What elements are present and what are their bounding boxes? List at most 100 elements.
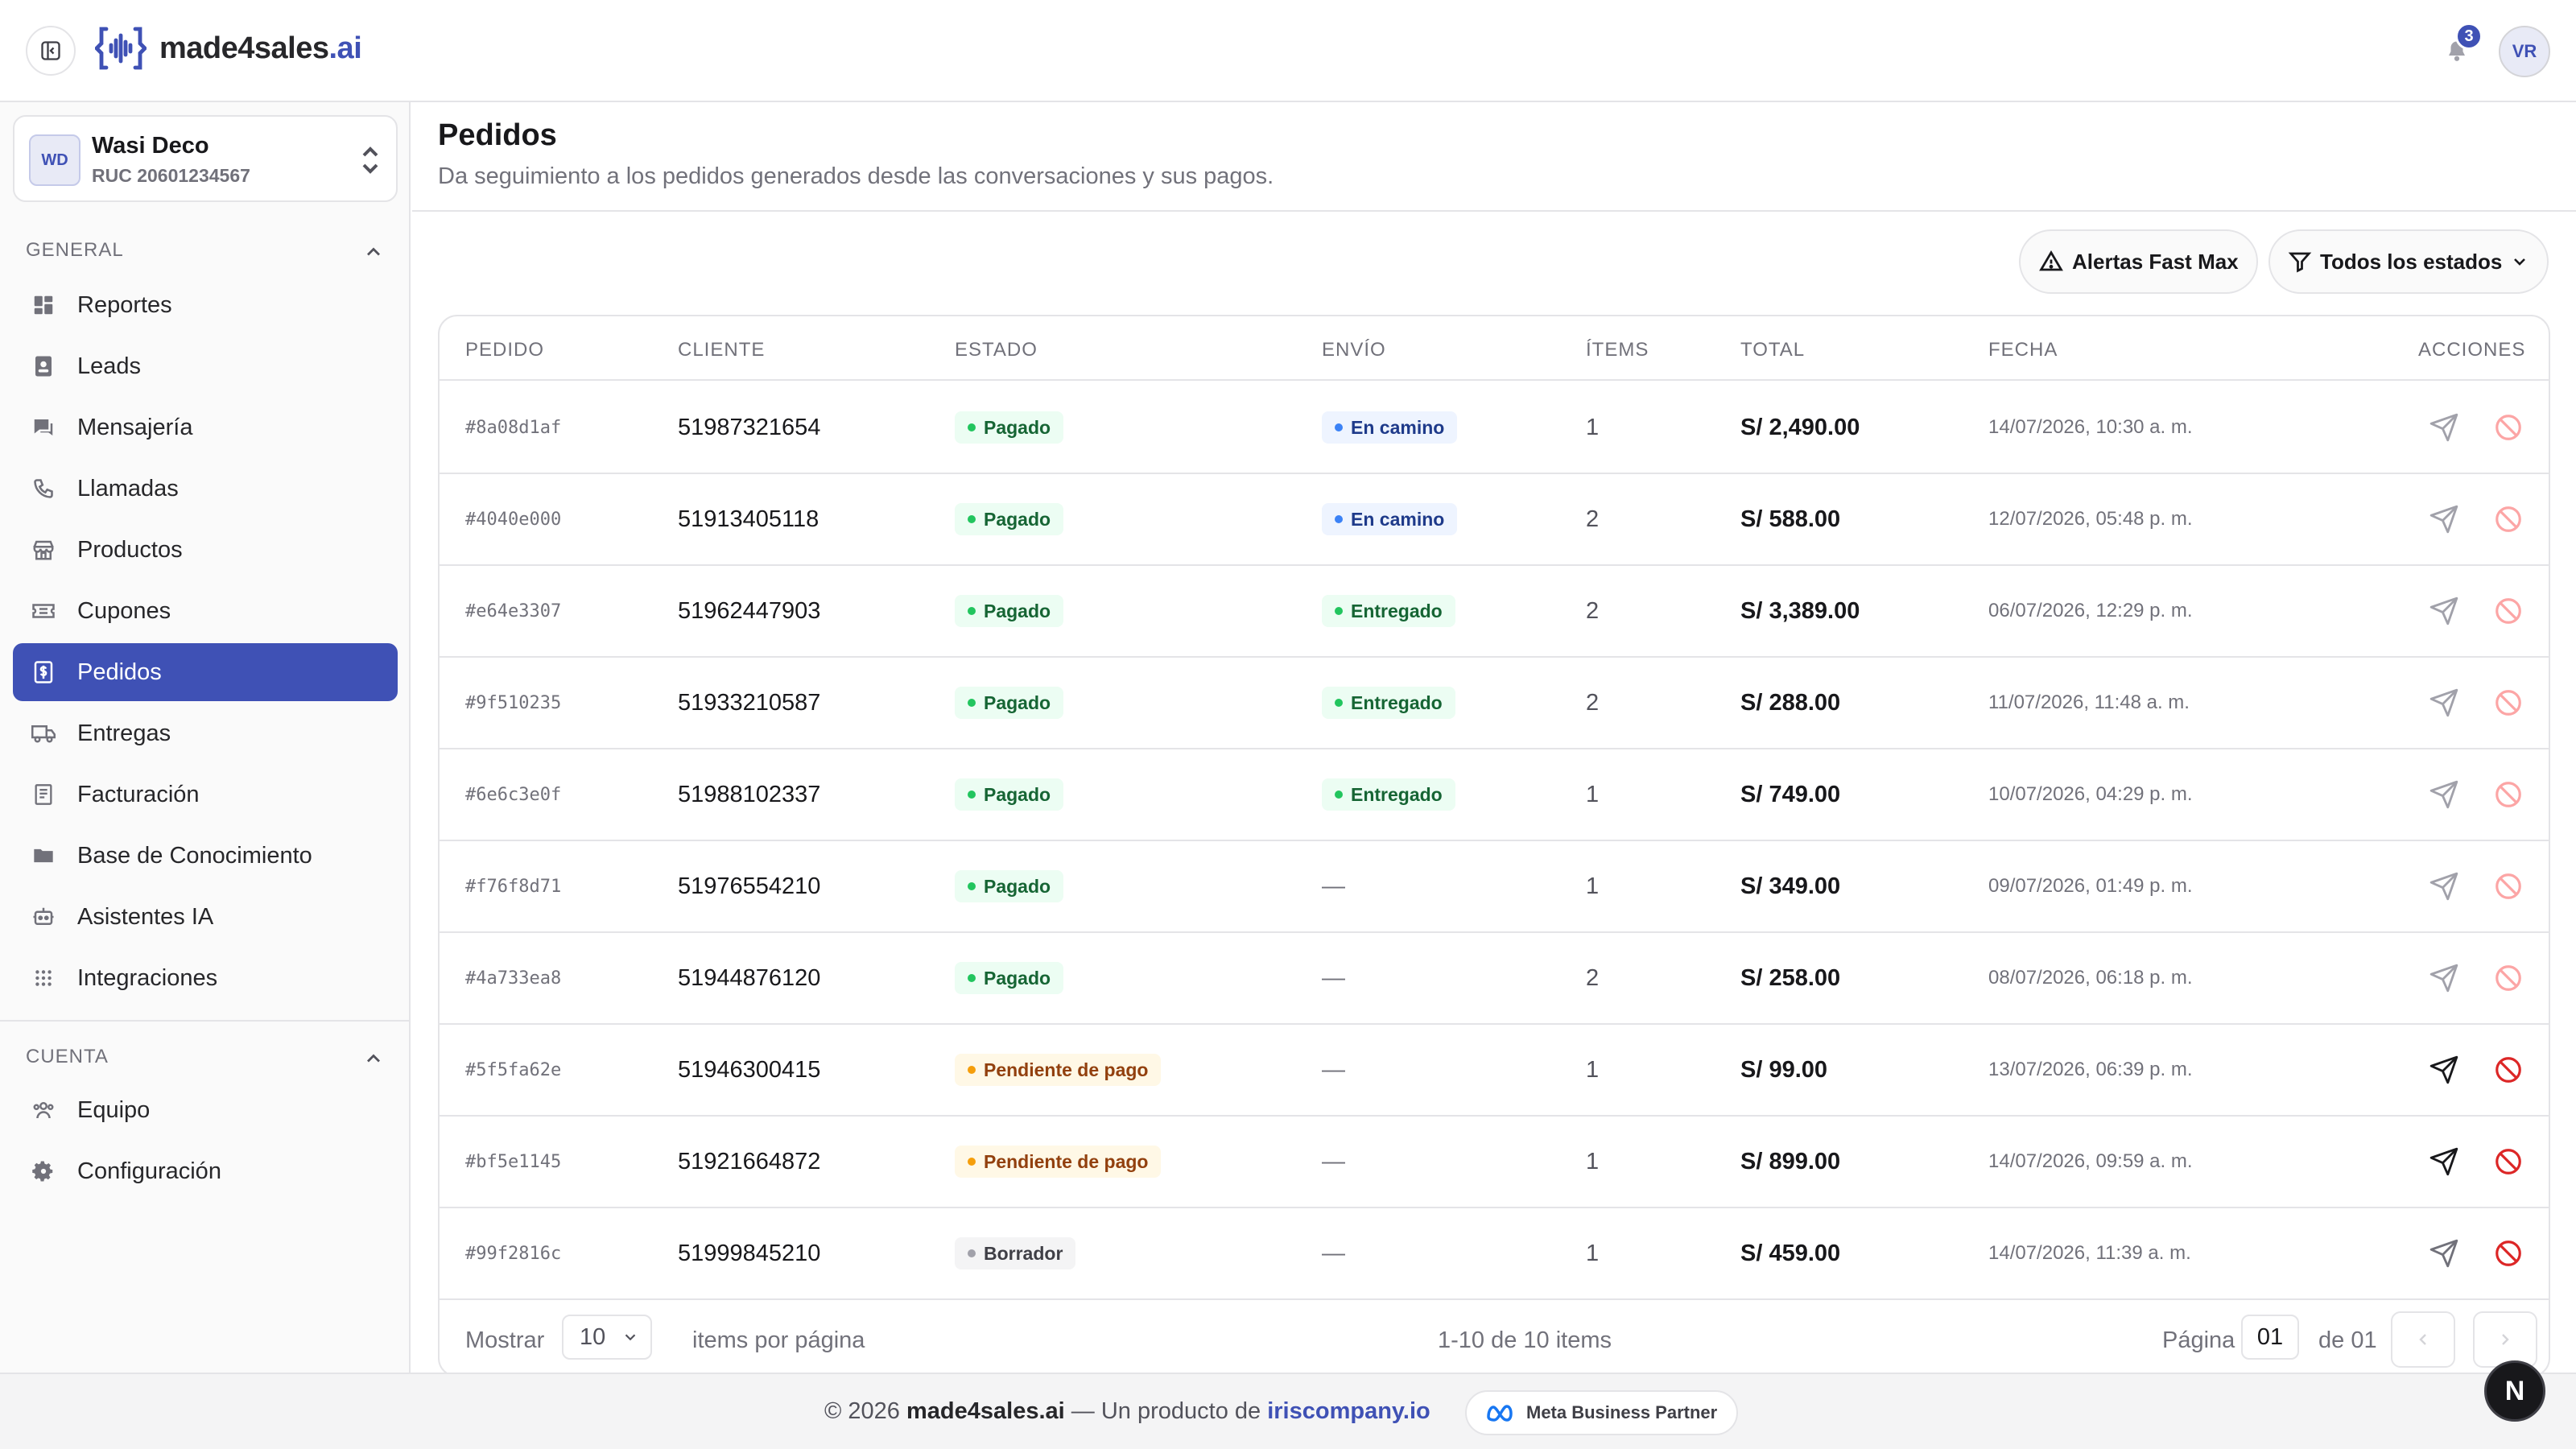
- order-id[interactable]: #5f5fa62e: [465, 1025, 561, 1115]
- table-row[interactable]: #5f5fa62e 51946300415 Pendiente de pago — 1 S…: [440, 1025, 2549, 1117]
- shipping-cell: —: [1322, 841, 1345, 931]
- table-row[interactable]: #f76f8d71 51976554210 Pagado — 1 S/ 349.00 09/…: [440, 841, 2549, 933]
- actions-cell: [2426, 474, 2526, 564]
- table-header: PEDIDO CLIENTE ESTADO ENVÍO ÍTEMS TOTAL …: [440, 316, 2549, 381]
- items-count: 1: [1586, 1240, 1600, 1266]
- status-dot: [1335, 423, 1343, 431]
- client-phone: 51999845210: [678, 1240, 821, 1266]
- cancel-order-icon[interactable]: [2491, 777, 2526, 812]
- order-id[interactable]: #4a733ea8: [465, 933, 561, 1023]
- send-icon[interactable]: [2426, 960, 2462, 996]
- order-id[interactable]: #9f510235: [465, 658, 561, 748]
- send-icon[interactable]: [2426, 593, 2462, 629]
- sidebar-item-facturacion[interactable]: Facturación: [13, 766, 398, 824]
- send-icon[interactable]: [2426, 1052, 2462, 1088]
- table-row[interactable]: #4040e000 51913405118 Pagado En camino 2 S/ 5…: [440, 474, 2549, 566]
- status-cell: Pagado: [955, 566, 1064, 656]
- sidebar-toggle-button[interactable]: [26, 26, 76, 76]
- fast-max-alerts-label: Alertas Fast Max: [2072, 249, 2239, 274]
- sidebar-item-entregas[interactable]: Entregas: [13, 704, 398, 762]
- sidebar-item-llamadas[interactable]: Llamadas: [13, 460, 398, 518]
- sidebar-item-productos[interactable]: Productos: [13, 521, 398, 579]
- sidebar-item-base-conocimiento[interactable]: Base de Conocimiento: [13, 827, 398, 885]
- order-id[interactable]: #4040e000: [465, 474, 561, 564]
- receipt-dollar-icon: [29, 658, 58, 687]
- table-row[interactable]: #6e6c3e0f 51988102337 Pagado Entregado 1 S/ 7…: [440, 749, 2549, 841]
- range-label: 1-10 de 10 items: [1438, 1327, 1612, 1353]
- cancel-order-icon[interactable]: [2491, 869, 2526, 904]
- status-filter-dropdown[interactable]: Todos los estados: [2268, 229, 2549, 294]
- status-badge: Borrador: [955, 1237, 1076, 1269]
- send-icon[interactable]: [2426, 869, 2462, 904]
- logo-mark-icon: [95, 27, 147, 70]
- show-label: Mostrar: [465, 1327, 545, 1353]
- send-icon[interactable]: [2426, 685, 2462, 720]
- main-content: Pedidos Da seguimiento a los pedidos gen…: [412, 102, 2576, 1377]
- shipping-cell: En camino: [1322, 474, 1458, 564]
- sidebar-item-equipo[interactable]: Equipo: [13, 1081, 398, 1139]
- cancel-order-icon[interactable]: [2491, 685, 2526, 720]
- next-page-button[interactable]: [2473, 1311, 2537, 1368]
- table-row[interactable]: #8a08d1af 51987321654 Pagado En camino 1 S/ 2…: [440, 382, 2549, 474]
- floating-action-button[interactable]: N: [2484, 1360, 2545, 1422]
- per-page-suffix: items por página: [692, 1327, 865, 1353]
- cancel-order-icon[interactable]: [2491, 410, 2526, 445]
- cancel-order-icon[interactable]: [2491, 502, 2526, 537]
- cancel-order-icon[interactable]: [2491, 593, 2526, 629]
- per-page-select[interactable]: 10: [562, 1315, 652, 1360]
- footer-company-link[interactable]: iriscompany.io: [1267, 1398, 1430, 1424]
- cancel-order-icon[interactable]: [2491, 1052, 2526, 1088]
- prev-page-button[interactable]: [2391, 1311, 2455, 1368]
- sidebar-item-mensajeria[interactable]: Mensajería: [13, 398, 398, 456]
- status-dot: [968, 423, 976, 431]
- order-id[interactable]: #f76f8d71: [465, 841, 561, 931]
- sidebar-item-asistentes-ia[interactable]: Asistentes IA: [13, 888, 398, 946]
- shipping-cell: —: [1322, 1208, 1345, 1298]
- fast-max-alerts-button[interactable]: Alertas Fast Max: [2019, 229, 2258, 294]
- table-row[interactable]: #99f2816c 51999845210 Borrador — 1 S/ 459.00 1…: [440, 1208, 2549, 1300]
- table-row[interactable]: #4a733ea8 51944876120 Pagado — 2 S/ 258.00 08/…: [440, 933, 2549, 1025]
- cancel-order-icon[interactable]: [2491, 1236, 2526, 1271]
- app-logo[interactable]: made4sales.ai: [95, 24, 362, 72]
- sidebar-item-label: Configuración: [77, 1158, 221, 1184]
- sidebar-item-leads[interactable]: Leads: [13, 337, 398, 395]
- order-date: 08/07/2026, 06:18 p. m.: [1988, 967, 2193, 989]
- sidebar-item-reportes[interactable]: Reportes: [13, 276, 398, 334]
- send-icon[interactable]: [2426, 1144, 2462, 1179]
- status-badge: Pagado: [955, 778, 1064, 811]
- order-id[interactable]: #6e6c3e0f: [465, 749, 561, 840]
- actions-cell: [2426, 1208, 2526, 1298]
- section-general-header[interactable]: GENERAL: [26, 239, 385, 262]
- send-icon[interactable]: [2426, 777, 2462, 812]
- shipping-empty: —: [1322, 1056, 1345, 1083]
- order-id[interactable]: #99f2816c: [465, 1208, 561, 1298]
- cancel-order-icon[interactable]: [2491, 1144, 2526, 1179]
- order-total: S/ 99.00: [1740, 1056, 1828, 1083]
- order-date: 14/07/2026, 10:30 a. m.: [1988, 416, 2193, 438]
- invoice-icon: [29, 780, 58, 809]
- chevron-down-icon: [625, 1334, 636, 1341]
- company-switcher[interactable]: WD Wasi Deco RUC 20601234567: [13, 115, 398, 202]
- user-avatar[interactable]: VR: [2499, 26, 2550, 77]
- table-row[interactable]: #bf5e1145 51921664872 Pendiente de pago — 1 S…: [440, 1117, 2549, 1208]
- order-total: S/ 288.00: [1740, 689, 1841, 716]
- sidebar-item-configuracion[interactable]: Configuración: [13, 1142, 398, 1200]
- order-id[interactable]: #e64e3307: [465, 566, 561, 656]
- order-id[interactable]: #8a08d1af: [465, 382, 561, 473]
- sidebar-item-label: Facturación: [77, 781, 200, 807]
- order-id[interactable]: #bf5e1145: [465, 1117, 561, 1207]
- send-icon[interactable]: [2426, 502, 2462, 537]
- table-row[interactable]: #9f510235 51933210587 Pagado Entregado 2 S/ 2…: [440, 658, 2549, 749]
- sidebar-item-integraciones[interactable]: Integraciones: [13, 949, 398, 1007]
- pagination-bar: Mostrar 10 items por página 1-10 de 10 i…: [440, 1297, 2549, 1376]
- send-icon[interactable]: [2426, 1236, 2462, 1271]
- table-row[interactable]: #e64e3307 51962447903 Pagado Entregado 2 S/ 3…: [440, 566, 2549, 658]
- items-count: 2: [1586, 689, 1600, 716]
- cancel-order-icon[interactable]: [2491, 960, 2526, 996]
- section-account-header[interactable]: CUENTA: [26, 1046, 385, 1068]
- sidebar-item-cupones[interactable]: Cupones: [13, 582, 398, 640]
- status-badge: Pagado: [955, 870, 1064, 902]
- current-page-input[interactable]: 01: [2241, 1315, 2299, 1360]
- sidebar-item-pedidos[interactable]: Pedidos: [13, 643, 398, 701]
- send-icon[interactable]: [2426, 410, 2462, 445]
